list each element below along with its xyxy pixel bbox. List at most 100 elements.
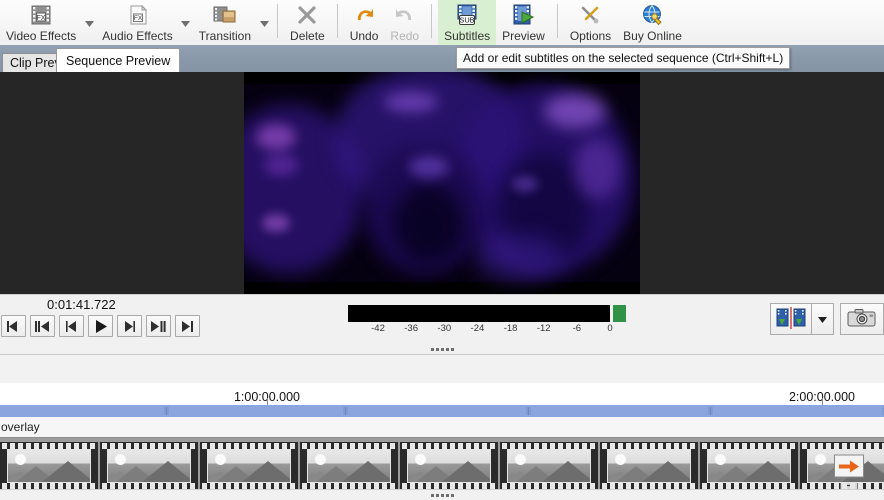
audio-meter-tick: -24 (471, 323, 485, 334)
scrollbar-grip-mark (530, 407, 531, 415)
scrollbar-grip-mark (168, 407, 169, 415)
main-toolbar: FX Video Effects FX Audio Effects (0, 0, 884, 46)
timeline-bottom-splitter[interactable] (0, 489, 884, 500)
clip-frame-image (407, 449, 491, 483)
snapshot-button[interactable] (840, 303, 884, 335)
toolbar-label-options: Options (570, 29, 611, 43)
audio-meter-scale: -42-36-30-24-18-12-60 (348, 323, 624, 335)
toolbar-label-transition: Transition (199, 29, 251, 43)
audio-meter-tick: -36 (404, 323, 418, 334)
undo-icon (352, 2, 376, 28)
transport-button-group (0, 315, 200, 337)
play-pause-button[interactable] (146, 315, 171, 337)
sun-shape (715, 454, 726, 465)
timeline-ruler[interactable]: 1:00:00.0002:00:00.000 (0, 383, 884, 406)
toolbar-button-options[interactable]: Options (564, 0, 617, 45)
split-clip-button[interactable] (770, 303, 812, 335)
options-icon (578, 2, 602, 28)
toolbar-label-buy-online: Buy Online (623, 29, 682, 43)
video-effects-dropdown-arrow[interactable] (82, 0, 96, 45)
sun-shape (815, 454, 826, 465)
clip-frame-image (607, 449, 691, 483)
overlay-transition-icon (834, 455, 864, 478)
mountain-shape (542, 461, 591, 482)
transition-dropdown-arrow[interactable] (257, 0, 271, 45)
timeline-clip-thumbnail[interactable] (500, 442, 598, 490)
track-header-overlay[interactable]: overlay (0, 417, 884, 437)
timeline-track-overlay[interactable] (0, 437, 884, 495)
scrollbar-thumb[interactable] (0, 405, 884, 417)
clip-strip (0, 442, 884, 490)
timeline-panel: 1:00:00.0002:00:00.000 overlay (0, 354, 884, 500)
timeline-clip-thumbnail[interactable] (700, 442, 798, 490)
step-back-button[interactable] (59, 315, 84, 337)
toolbar-button-preview[interactable]: Preview (496, 0, 551, 45)
chevron-down-icon (818, 312, 827, 326)
redo-icon (393, 2, 417, 28)
preview-splitter-handle[interactable] (0, 345, 884, 354)
clip-frame-image (807, 449, 884, 483)
toolbar-button-subtitles[interactable]: SUB Subtitles (438, 0, 496, 45)
audio-meter-tick: -42 (371, 323, 385, 334)
tab-sequence-preview-label: Sequence Preview (66, 54, 170, 68)
clip-frame-image (107, 449, 191, 483)
tab-sequence-preview[interactable]: Sequence Preview (56, 48, 180, 72)
split-clip-dropdown-button[interactable] (812, 303, 834, 335)
timeline-clip-thumbnail[interactable] (200, 442, 298, 490)
audio-meter-peak-led (613, 305, 626, 322)
audio-meter: -42-36-30-24-18-12-60 (348, 305, 624, 335)
video-effects-icon: FX (29, 2, 53, 28)
toolbar-label-audio-effects: Audio Effects (102, 29, 173, 43)
split-clip-icon (776, 307, 806, 332)
scrollbar-grip-mark (347, 407, 348, 415)
timeline-horizontal-scrollbar[interactable] (0, 405, 884, 417)
toolbar-button-transition[interactable]: Transition (193, 0, 257, 45)
delete-icon (295, 2, 319, 28)
toolbar-button-buy-online[interactable]: Buy Online (617, 0, 688, 45)
play-button[interactable] (88, 315, 113, 337)
svg-text:FX: FX (37, 15, 46, 22)
audio-meter-track (348, 305, 610, 322)
jump-start-button[interactable] (1, 315, 26, 337)
toolbar-button-redo[interactable]: Redo (384, 0, 425, 45)
sun-shape (215, 454, 226, 465)
timeline-clip-thumbnail[interactable] (600, 442, 698, 490)
clip-frame-image (207, 449, 291, 483)
mountain-shape (242, 461, 291, 482)
timeline-clip-thumbnail[interactable] (100, 442, 198, 490)
subtitles-tooltip: Add or edit subtitles on the selected se… (456, 47, 790, 69)
toolbar-label-video-effects: Video Effects (6, 29, 76, 43)
mountain-shape (142, 461, 191, 482)
toolbar-label-redo: Redo (390, 29, 419, 43)
step-forward-button[interactable] (117, 315, 142, 337)
jump-end-button[interactable] (175, 315, 200, 337)
clip-frame-image (507, 449, 591, 483)
camera-icon (847, 307, 877, 332)
mountain-shape (342, 461, 391, 482)
timeline-clip-thumbnail[interactable] (0, 442, 98, 490)
audio-effects-icon: FX (126, 2, 150, 28)
toolbar-button-undo[interactable]: Undo (344, 0, 385, 45)
sun-shape (415, 454, 426, 465)
toolbar-label-subtitles: Subtitles (444, 29, 490, 43)
toolbar-separator-4 (557, 4, 558, 38)
video-preview[interactable] (244, 72, 640, 294)
previous-clip-button[interactable] (30, 315, 55, 337)
mountain-shape (642, 461, 691, 482)
mountain-shape (442, 461, 491, 482)
toolbar-button-audio-effects[interactable]: FX Audio Effects (96, 0, 179, 45)
toolbar-button-video-effects[interactable]: FX Video Effects (0, 0, 82, 45)
mountain-shape (42, 461, 91, 482)
audio-meter-tick: -12 (537, 323, 551, 334)
buy-online-icon (641, 2, 665, 28)
timeline-clip-thumbnail[interactable] (300, 442, 398, 490)
toolbar-separator-2 (337, 4, 338, 38)
audio-effects-dropdown-arrow[interactable] (179, 0, 193, 45)
clip-frame-image (707, 449, 791, 483)
preview-area (0, 72, 884, 294)
timeline-clip-thumbnail[interactable] (400, 442, 498, 490)
grip-dots-icon-bottom (431, 494, 454, 497)
timeline-clip-thumbnail[interactable] (800, 442, 884, 490)
svg-text:SUB: SUB (460, 16, 475, 25)
toolbar-button-delete[interactable]: Delete (284, 0, 331, 45)
